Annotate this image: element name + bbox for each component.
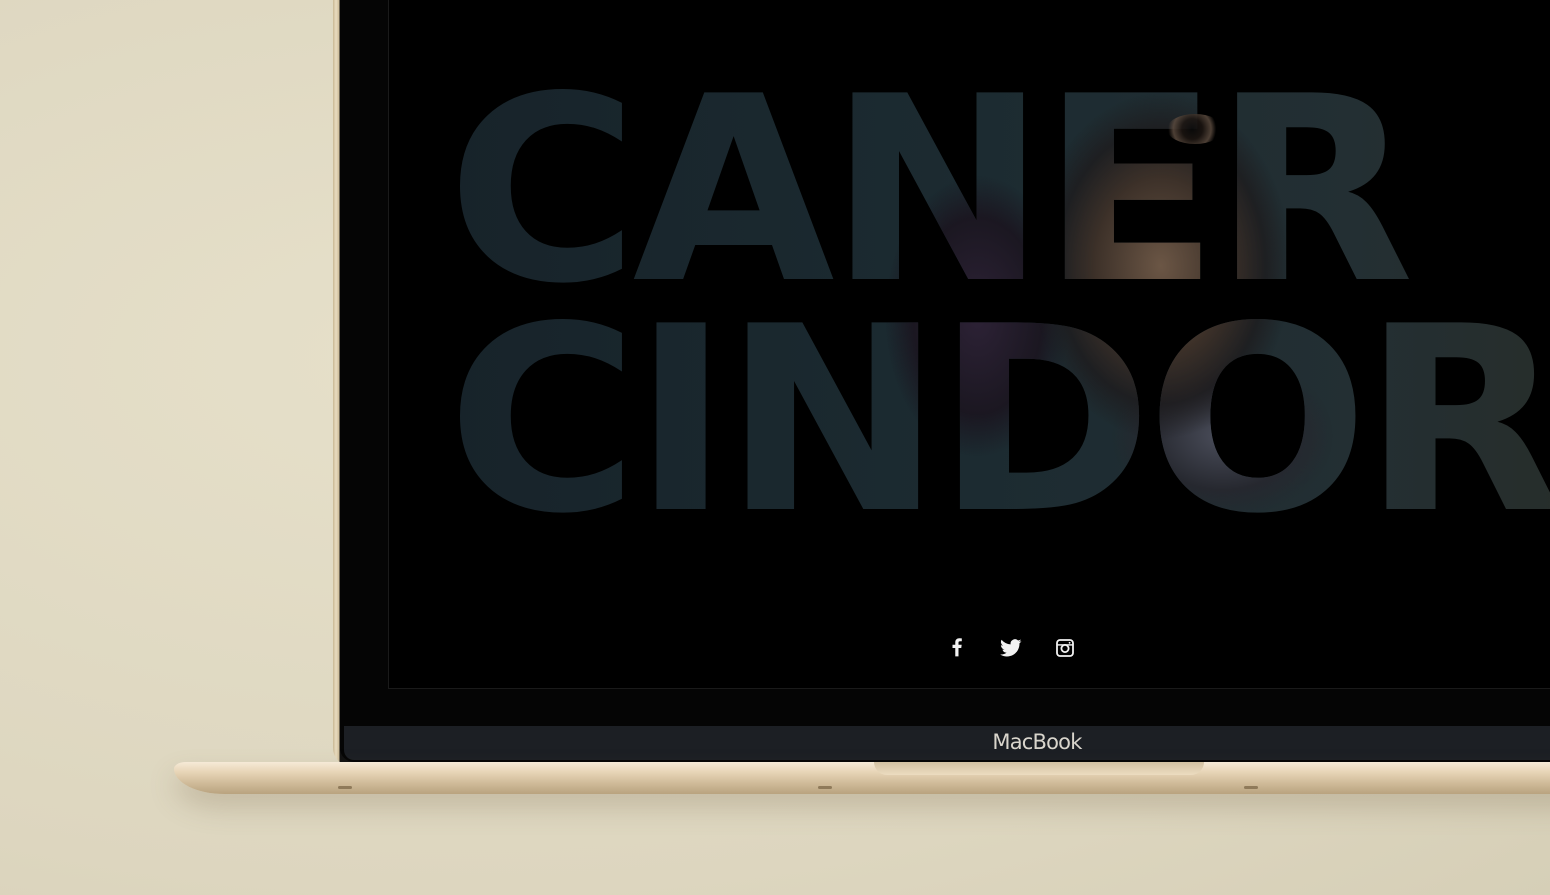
website-screen: CANER CINDORUK bbox=[388, 0, 1550, 689]
twitter-icon[interactable] bbox=[998, 635, 1024, 661]
device-brand: MacBook bbox=[930, 730, 1144, 754]
laptop-foot bbox=[338, 786, 352, 789]
lid-opening-notch bbox=[874, 762, 1204, 775]
hero-name: CANER CINDORUK bbox=[447, 76, 1550, 536]
laptop-foot bbox=[1244, 786, 1258, 789]
hero-name-last: CINDORUK bbox=[447, 272, 1550, 570]
device-brand-label: MacBook bbox=[992, 730, 1082, 754]
laptop-foot bbox=[818, 786, 832, 789]
portrait-eye-detail bbox=[1167, 114, 1223, 144]
social-links bbox=[944, 635, 1078, 661]
mockup-scene: CANER CINDORUK MacBook bbox=[0, 0, 1550, 895]
laptop-base bbox=[174, 762, 1550, 794]
facebook-icon[interactable] bbox=[944, 635, 970, 661]
instagram-icon[interactable] bbox=[1052, 635, 1078, 661]
